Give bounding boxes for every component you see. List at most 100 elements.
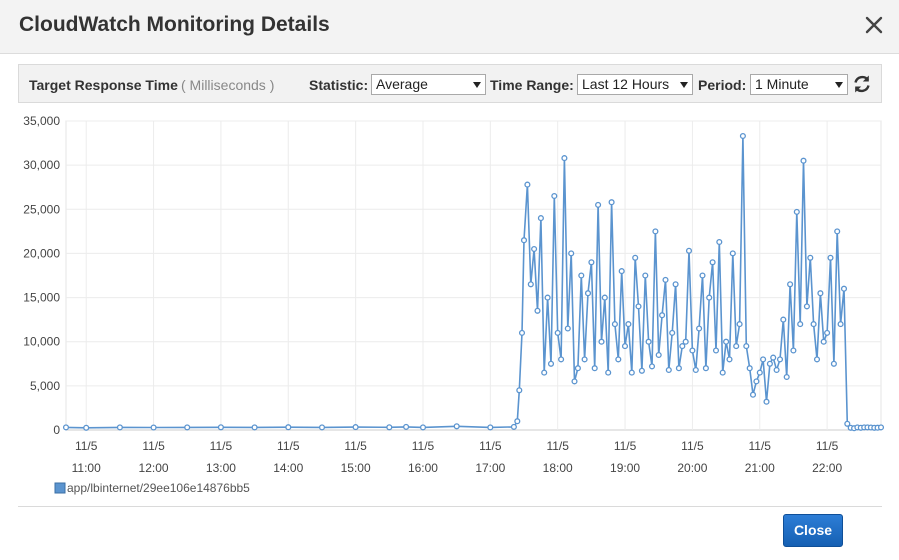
data-point <box>632 254 639 261</box>
data-point <box>638 367 645 374</box>
data-point <box>675 365 682 372</box>
x-tick-date: 11/5 <box>479 439 502 453</box>
response-time-chart: 0 5,000 10,000 15,000 20,000 25,000 30,000 35,0… <box>23 114 885 495</box>
x-tick-time: 22:00 <box>812 461 842 475</box>
data-point <box>611 321 618 328</box>
data-point <box>746 365 753 372</box>
data-point <box>217 424 224 431</box>
data-point <box>403 423 410 430</box>
x-tick-time: 13:00 <box>206 461 236 475</box>
x-tick-date: 11/5 <box>681 439 704 453</box>
data-point <box>709 259 716 266</box>
data-point <box>749 391 757 398</box>
data-point <box>763 398 770 405</box>
data-point <box>773 366 780 374</box>
data-point <box>726 356 733 363</box>
data-point <box>116 424 123 431</box>
data-point <box>877 424 885 431</box>
data-point <box>790 347 797 354</box>
statistic-select[interactable]: Average <box>371 74 486 95</box>
data-point <box>783 373 790 381</box>
data-point <box>534 307 541 314</box>
y-tick-label: 30,000 <box>23 158 60 172</box>
data-point <box>564 325 571 332</box>
data-point <box>561 155 568 162</box>
data-point <box>574 365 581 372</box>
data-point <box>601 294 608 301</box>
plot-area <box>65 120 882 431</box>
data-point <box>840 285 848 292</box>
data-point <box>150 424 157 431</box>
x-tick-date: 11/5 <box>75 439 98 453</box>
data-point <box>669 329 676 336</box>
statistic-label: Statistic: <box>309 77 369 93</box>
data-point <box>780 316 787 323</box>
data-point <box>729 250 736 257</box>
data-point <box>628 369 635 376</box>
data-point <box>419 424 427 431</box>
data-point <box>662 276 669 283</box>
data-point <box>682 338 689 345</box>
data-point <box>736 321 743 328</box>
time-range-value: Last 12 Hours <box>582 76 670 92</box>
data-point <box>558 356 565 363</box>
x-tick-time: 20:00 <box>677 461 707 475</box>
data-point <box>810 321 817 328</box>
data-point <box>706 294 713 301</box>
close-icon[interactable] <box>863 14 885 36</box>
chevron-down-icon <box>680 82 688 88</box>
x-tick-date: 11/5 <box>749 439 772 453</box>
x-tick-time: 12:00 <box>139 461 169 475</box>
data-point <box>770 354 777 361</box>
data-point <box>824 329 831 336</box>
x-tick-time: 11:00 <box>72 461 101 475</box>
data-point <box>591 365 598 372</box>
data-point <box>689 347 696 354</box>
y-tick-label: 15,000 <box>23 291 60 305</box>
data-point <box>716 238 723 246</box>
data-point <box>645 338 652 345</box>
data-point <box>516 387 523 394</box>
data-point <box>803 303 810 310</box>
period-select[interactable]: 1 Minute <box>750 74 848 95</box>
data-point <box>830 360 837 367</box>
x-tick-time: 19:00 <box>610 461 640 475</box>
period-value: 1 Minute <box>755 76 809 92</box>
data-point <box>787 281 794 288</box>
refresh-icon[interactable] <box>851 73 873 95</box>
x-tick-date: 11/5 <box>614 439 637 453</box>
data-point <box>756 369 763 376</box>
time-range-select[interactable]: Last 12 Hours <box>577 74 693 95</box>
data-point <box>753 378 760 385</box>
data-point <box>588 259 595 266</box>
data-point <box>510 423 517 430</box>
data-point <box>625 321 632 328</box>
data-point <box>608 199 615 206</box>
metric-unit: ( Milliseconds ) <box>181 77 275 93</box>
data-point <box>719 369 726 376</box>
y-tick-label: 10,000 <box>23 335 60 349</box>
data-point <box>733 343 740 350</box>
data-point <box>800 157 807 164</box>
data-point <box>537 215 544 222</box>
x-tick-date: 11/5 <box>277 439 300 453</box>
data-point <box>834 228 841 235</box>
data-point <box>685 247 693 254</box>
data-point <box>797 321 804 328</box>
data-point <box>598 338 605 345</box>
statistic-value: Average <box>376 76 428 92</box>
close-button[interactable]: Close <box>783 514 843 547</box>
chevron-down-icon <box>473 82 481 88</box>
data-point <box>635 303 642 310</box>
data-point <box>743 343 750 350</box>
data-point <box>679 343 686 350</box>
data-point <box>807 254 814 261</box>
data-point <box>531 245 538 253</box>
data-point <box>648 363 656 370</box>
data-point <box>712 347 720 354</box>
data-point <box>251 424 258 431</box>
data-point <box>62 424 70 431</box>
data-point <box>554 329 561 336</box>
x-tick-time: 14:00 <box>273 461 303 475</box>
x-tick-date: 11/5 <box>816 439 839 453</box>
